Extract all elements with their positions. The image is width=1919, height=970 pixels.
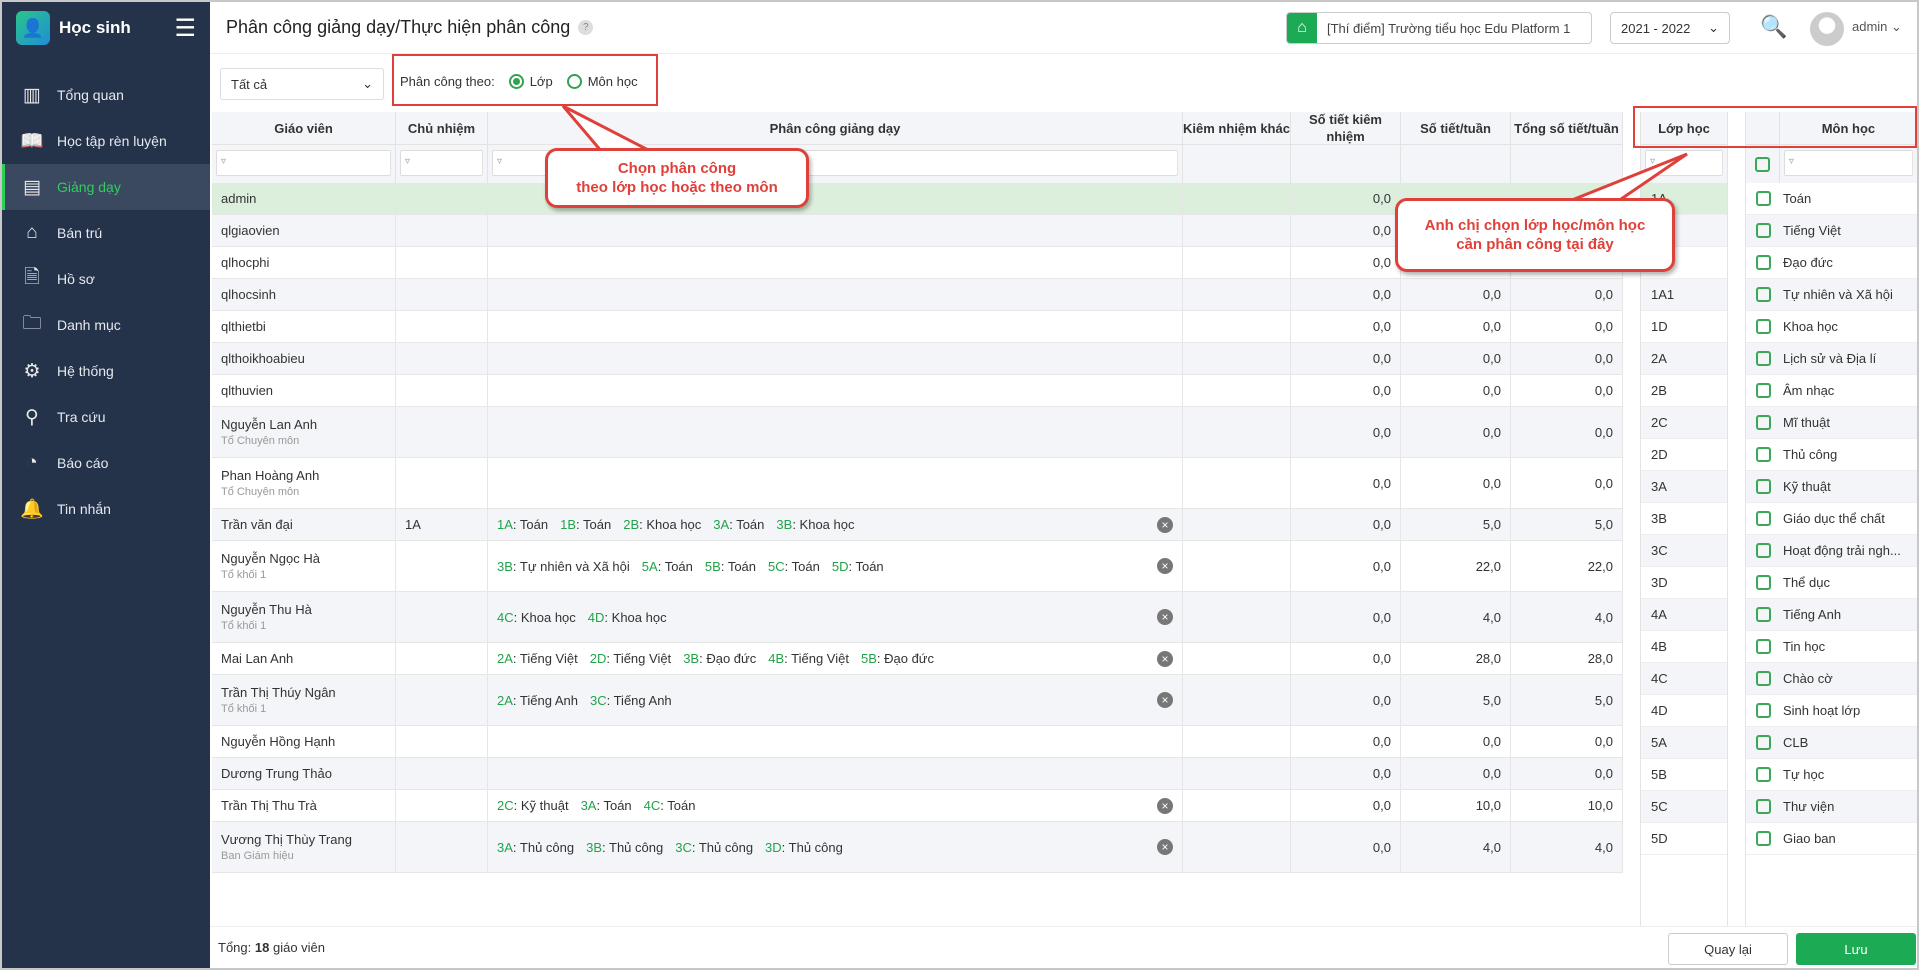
callout-2-line-2: cần phân công tại đây <box>1456 236 1614 253</box>
callout-select-lists: Anh chị chọn lớp học/môn học cần phân côn… <box>1395 198 1675 272</box>
callout-pointer-1 <box>561 104 653 154</box>
callout-1-line-2: theo lớp học hoặc theo môn <box>576 179 778 196</box>
callout-assign-by: Chọn phân công theo lớp học hoặc theo môn <box>545 148 809 208</box>
annotation-pointers <box>561 104 1688 214</box>
callout-1-line-1: Chọn phân công <box>617 160 737 177</box>
callout-2-line-1: Anh chị chọn lớp học/môn học <box>1424 217 1646 234</box>
